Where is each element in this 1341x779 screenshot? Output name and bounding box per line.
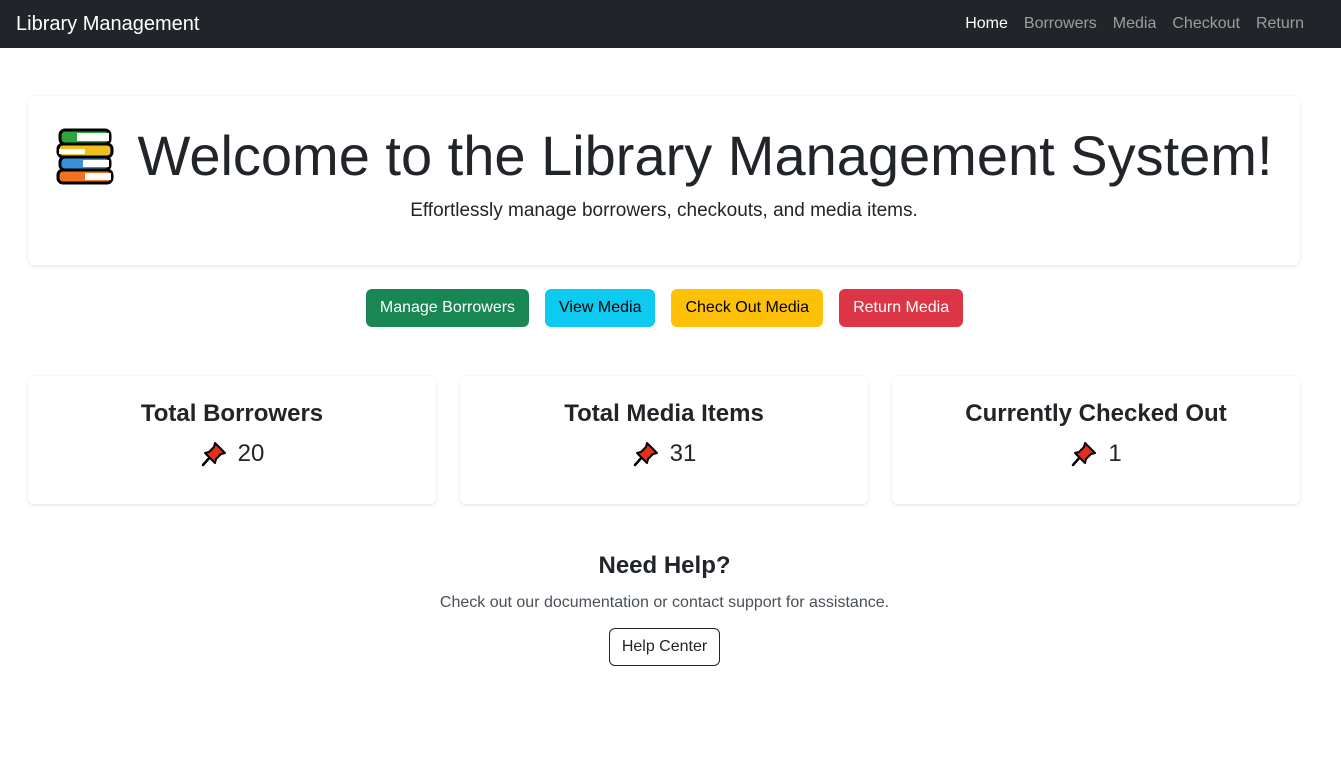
- stat-value-row: 31: [460, 440, 868, 468]
- pushpin-icon: [632, 440, 660, 468]
- nav-link-return[interactable]: Return: [1256, 15, 1304, 33]
- pushpin-icon: [1070, 440, 1098, 468]
- stat-value: 31: [669, 440, 697, 467]
- navbar: Library Management Home Borrowers Media …: [0, 0, 1341, 48]
- stat-value-row: 1: [892, 440, 1300, 468]
- help-text: Check out our documentation or contact s…: [439, 594, 890, 611]
- pushpin-icon: [200, 440, 228, 468]
- navbar-brand[interactable]: Library Management: [16, 13, 199, 36]
- help-center-button[interactable]: Help Center: [608, 628, 721, 666]
- help-title: Need Help?: [598, 552, 731, 579]
- hero-subtitle: Effortlessly manage borrowers, checkouts…: [410, 200, 918, 221]
- stat-card-total-media-items: Total Media Items 31: [460, 376, 868, 504]
- action-buttons: Manage Borrowers View Media Check Out Me…: [0, 289, 1335, 327]
- return-media-button[interactable]: Return Media: [839, 289, 964, 327]
- stat-title: Total Media Items: [564, 400, 764, 427]
- help-section: Need Help? Check out our documentation o…: [0, 552, 1341, 666]
- hero-title-row: Welcome to the Library Management System…: [28, 120, 1300, 192]
- stat-title: Currently Checked Out: [965, 400, 1227, 427]
- manage-borrowers-button[interactable]: Manage Borrowers: [365, 289, 530, 327]
- stat-card-currently-checked-out: Currently Checked Out 1: [892, 376, 1300, 504]
- hero-title: Welcome to the Library Management System…: [137, 124, 1273, 187]
- nav-links: Home Borrowers Media Checkout Return: [965, 15, 1304, 33]
- stat-value: 20: [237, 440, 265, 467]
- stat-title: Total Borrowers: [140, 400, 324, 427]
- stat-card-total-borrowers: Total Borrowers 20: [28, 376, 436, 504]
- stat-value-row: 20: [28, 440, 436, 468]
- nav-link-borrowers[interactable]: Borrowers: [1024, 15, 1097, 33]
- books-icon: [55, 126, 115, 186]
- stat-value: 1: [1108, 440, 1122, 467]
- nav-link-media[interactable]: Media: [1113, 15, 1157, 33]
- hero-card: Welcome to the Library Management System…: [28, 96, 1300, 265]
- nav-link-home[interactable]: Home: [965, 15, 1008, 33]
- check-out-media-button[interactable]: Check Out Media: [671, 289, 824, 327]
- nav-link-checkout[interactable]: Checkout: [1172, 15, 1240, 33]
- view-media-button[interactable]: View Media: [545, 289, 656, 327]
